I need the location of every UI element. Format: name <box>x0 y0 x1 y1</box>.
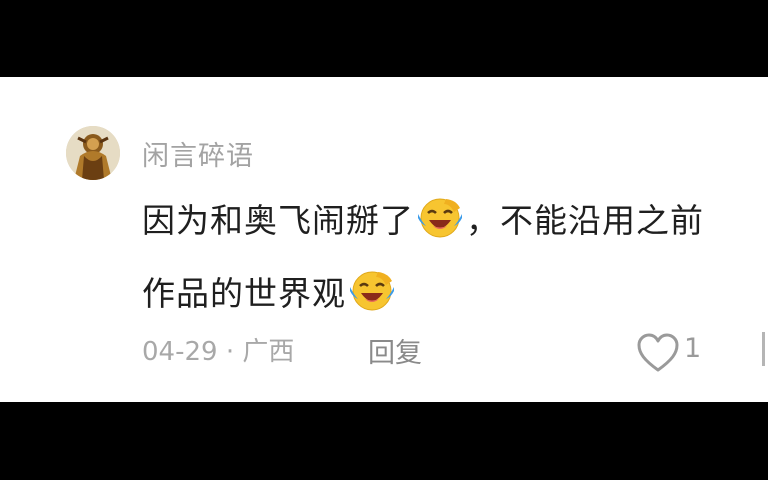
comment-text-line-1: 因为和奥飞闹掰了 ，不能沿用之前 <box>142 194 704 242</box>
laughing-crying-emoji-icon <box>350 271 394 311</box>
reply-button[interactable]: 回复 <box>368 331 422 370</box>
comment-date: 04-29 <box>142 337 218 367</box>
letterbox-top <box>0 0 768 77</box>
like-count: 1 <box>684 333 702 364</box>
comment-text-segment: 因为和奥飞闹掰了 <box>142 201 414 240</box>
meta-separator: · <box>225 337 235 367</box>
comment-text-line-2: 作品的世界观 <box>142 267 398 315</box>
letterbox-bottom <box>0 402 768 480</box>
avatar[interactable] <box>66 126 120 180</box>
comment-text-segment: ，不能沿用之前 <box>466 201 704 240</box>
comment-card: 闲言碎语 因为和奥飞闹掰了 ，不能沿用之前 作品的世界观 04-29 · 广西 <box>0 77 768 402</box>
clipped-edge-element <box>762 332 765 366</box>
heart-outline-icon[interactable] <box>636 333 680 373</box>
comment-meta: 04-29 · 广西 <box>142 331 294 368</box>
comment-location: 广西 <box>242 337 295 367</box>
laughing-crying-emoji-icon <box>418 198 462 238</box>
username[interactable]: 闲言碎语 <box>142 134 254 173</box>
comment-text-segment: 作品的世界观 <box>142 274 346 313</box>
